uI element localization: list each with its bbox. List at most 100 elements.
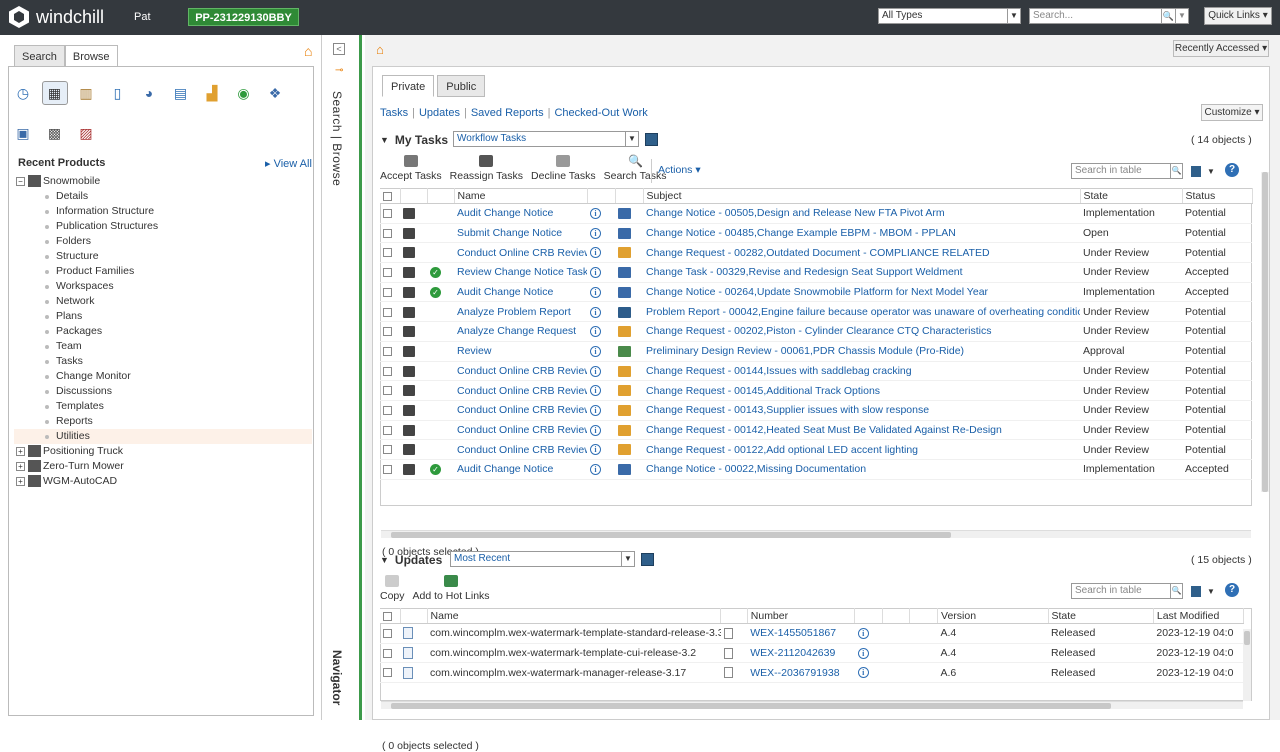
workflow-cell[interactable] bbox=[400, 282, 427, 303]
subject-cell[interactable]: Change Notice - 00485,Change Example EBP… bbox=[643, 223, 1080, 244]
workflow-tasks-select[interactable]: Workflow Tasks ▼ bbox=[453, 131, 639, 147]
workflow-icon[interactable] bbox=[403, 267, 415, 279]
number-link[interactable]: WEX--2036791938 bbox=[750, 667, 839, 679]
task-name[interactable]: Conduct Online CRB Review bbox=[454, 361, 587, 382]
table-row[interactable]: ✓ Audit Change Notice i Change Notice - 002… bbox=[380, 282, 1252, 303]
tree-item[interactable]: Information Structure bbox=[14, 204, 312, 219]
task-name-link[interactable]: Review Change Notice Task bbox=[457, 266, 587, 278]
tree-item[interactable]: Change Monitor bbox=[14, 369, 312, 384]
info-icon[interactable]: i bbox=[590, 267, 601, 279]
col-number[interactable]: Number bbox=[747, 608, 856, 624]
hscroll-thumb[interactable] bbox=[391, 532, 951, 538]
task-name[interactable]: Conduct Online CRB Review bbox=[454, 242, 587, 264]
col-version[interactable]: Version bbox=[937, 608, 1049, 624]
expand-icon[interactable]: + bbox=[16, 477, 25, 486]
info-icon[interactable]: i bbox=[590, 464, 601, 475]
file-icon[interactable] bbox=[723, 667, 733, 679]
info-cell[interactable]: i bbox=[587, 380, 615, 401]
search-icon[interactable]: 🔍 bbox=[1161, 9, 1175, 23]
row-select-cell[interactable] bbox=[380, 301, 400, 323]
row-select-cell[interactable] bbox=[380, 361, 400, 382]
windchill-logo[interactable]: windchill bbox=[8, 5, 104, 29]
workflow-icon[interactable] bbox=[403, 247, 415, 259]
info-icon[interactable]: i bbox=[590, 365, 601, 377]
table-row[interactable]: Conduct Online CRB Review i Change Request… bbox=[380, 380, 1252, 401]
info-icon[interactable]: i bbox=[590, 286, 601, 298]
tree-item[interactable]: Templates bbox=[14, 399, 312, 414]
tree-item[interactable]: Tasks bbox=[14, 354, 312, 369]
network-icon[interactable]: ❖ bbox=[262, 81, 288, 105]
number-link[interactable]: WEX-1455051867 bbox=[750, 627, 836, 639]
user-name[interactable]: Pat bbox=[134, 11, 151, 23]
workflow-cell[interactable] bbox=[400, 262, 427, 283]
info-cell[interactable]: i bbox=[587, 282, 615, 303]
tree-item[interactable]: Product Families bbox=[14, 264, 312, 279]
task-name-link[interactable]: Conduct Online CRB Review bbox=[457, 444, 587, 456]
navigator-label[interactable]: Navigator bbox=[330, 650, 344, 705]
tree-item[interactable]: Details bbox=[14, 189, 312, 204]
info-cell[interactable]: i bbox=[587, 459, 615, 480]
types-select[interactable]: All Types ▼ bbox=[878, 8, 1021, 24]
workflow-icon[interactable] bbox=[403, 464, 415, 475]
workflow-icon[interactable] bbox=[403, 404, 415, 416]
subject-cell[interactable]: Change Notice - 00264,Update Snowmobile … bbox=[643, 282, 1080, 303]
task-name[interactable]: Conduct Online CRB Review bbox=[454, 420, 587, 441]
number-cell[interactable]: WEX--2036791938 bbox=[747, 662, 855, 684]
info-icon[interactable]: i bbox=[590, 208, 601, 220]
info-icon[interactable]: i bbox=[590, 444, 601, 456]
collapse-icon[interactable]: < bbox=[333, 43, 345, 55]
info-icon[interactable]: i bbox=[590, 326, 601, 338]
calculator-icon[interactable]: ▤ bbox=[168, 81, 194, 105]
report-icon[interactable]: ▨ bbox=[73, 121, 99, 145]
row-checkbox[interactable] bbox=[383, 386, 392, 396]
select-all-header[interactable] bbox=[380, 608, 401, 624]
accept-tasks-button[interactable]: Accept Tasks bbox=[380, 155, 442, 182]
help-icon[interactable]: ? bbox=[1225, 163, 1239, 177]
table-row[interactable]: Conduct Online CRB Review i Change Request… bbox=[380, 361, 1252, 382]
subject-link[interactable]: Change Request - 00143,Supplier issues w… bbox=[646, 404, 929, 416]
row-checkbox[interactable] bbox=[383, 346, 392, 356]
chevron-down-icon[interactable]: ▼ bbox=[625, 132, 638, 146]
help-icon[interactable]: ? bbox=[1225, 583, 1239, 597]
row-select-cell[interactable] bbox=[380, 321, 400, 342]
hscroll-thumb[interactable] bbox=[391, 703, 1111, 709]
table-row[interactable]: Audit Change Notice i Change Notice - 0050… bbox=[380, 203, 1252, 224]
decline-tasks-button[interactable]: Decline Tasks bbox=[531, 155, 596, 182]
task-name[interactable]: Review Change Notice Task bbox=[454, 262, 587, 283]
copy-button[interactable]: Copy bbox=[380, 575, 405, 602]
select-all-header[interactable] bbox=[380, 188, 401, 204]
subject-link[interactable]: Change Request - 00122,Add optional LED … bbox=[646, 444, 918, 456]
info-cell[interactable]: i bbox=[587, 262, 615, 283]
task-name-link[interactable]: Analyze Change Request bbox=[457, 325, 576, 337]
table-row[interactable]: Conduct Online CRB Review i Change Request… bbox=[380, 420, 1252, 441]
row-checkbox[interactable] bbox=[383, 268, 392, 278]
task-name[interactable]: Review bbox=[454, 341, 587, 362]
updates-table-view-menu[interactable]: ▼ bbox=[1191, 584, 1217, 598]
recent-icon[interactable]: ◷ bbox=[10, 81, 36, 105]
info-cell[interactable]: i bbox=[854, 643, 883, 664]
info-icon[interactable]: i bbox=[857, 628, 869, 640]
workflow-icon[interactable] bbox=[403, 326, 415, 338]
library-icon[interactable]: ◕ bbox=[136, 81, 162, 105]
workflow-icon[interactable] bbox=[403, 345, 415, 357]
info-icon[interactable]: i bbox=[590, 227, 601, 239]
task-name[interactable]: Conduct Online CRB Review bbox=[454, 380, 587, 401]
workflow-cell[interactable] bbox=[400, 400, 427, 421]
task-name-link[interactable]: Conduct Online CRB Review bbox=[457, 424, 587, 436]
add-to-hot-links-button[interactable]: Add to Hot Links bbox=[413, 575, 490, 602]
row-checkbox[interactable] bbox=[383, 327, 392, 337]
table-search-input[interactable]: Search in table 🔍 bbox=[1071, 163, 1183, 179]
global-search-input[interactable]: Search... 🔍 ▼ bbox=[1029, 8, 1189, 24]
row-select-cell[interactable] bbox=[380, 341, 400, 362]
task-name[interactable]: Conduct Online CRB Review bbox=[454, 400, 587, 421]
row-select-cell[interactable] bbox=[380, 262, 400, 283]
tab-search[interactable]: Search bbox=[14, 45, 65, 67]
task-name-link[interactable]: Audit Change Notice bbox=[457, 463, 553, 475]
subject-cell[interactable]: Change Request - 00142,Heated Seat Must … bbox=[643, 420, 1080, 441]
tree-item[interactable]: Network bbox=[14, 294, 312, 309]
table-row[interactable]: Analyze Change Request i Change Request - … bbox=[380, 321, 1252, 342]
task-name[interactable]: Analyze Problem Report bbox=[454, 301, 587, 323]
row-select-cell[interactable] bbox=[380, 643, 401, 664]
chevron-down-icon[interactable]: ▼ bbox=[1175, 9, 1188, 23]
row-select-cell[interactable] bbox=[380, 203, 400, 224]
